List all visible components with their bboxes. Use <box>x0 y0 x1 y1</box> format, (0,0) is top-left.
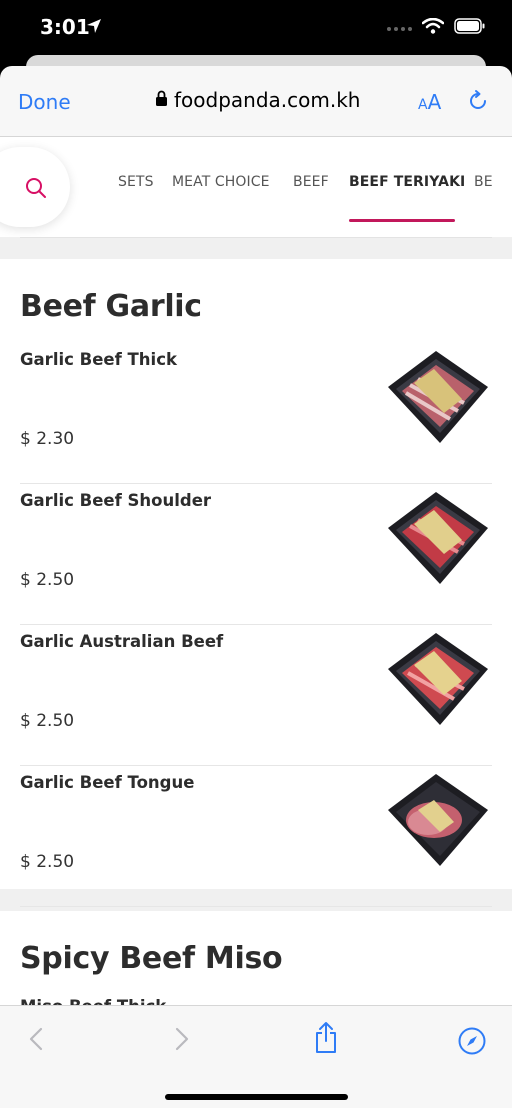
url-text: foodpanda.com.kh <box>174 88 361 112</box>
section-title: Beef Garlic <box>20 289 202 324</box>
home-indicator <box>165 1094 348 1100</box>
location-arrow-icon <box>86 18 102 39</box>
chevron-right-icon[interactable] <box>172 1024 192 1059</box>
item-price: $ 2.50 <box>20 570 75 590</box>
category-nav: SETS MEAT CHOICE BEEF BEEF TERIYAKI BE <box>0 137 512 237</box>
browser-bottom-toolbar <box>0 1005 512 1108</box>
item-image <box>388 633 488 725</box>
menu-item[interactable]: Garlic Beef Thick $ 2.30 <box>20 343 492 484</box>
share-icon[interactable] <box>313 1021 339 1060</box>
item-name: Garlic Beef Thick <box>20 350 177 369</box>
address-bar[interactable]: foodpanda.com.kh <box>155 88 360 112</box>
tab-sets[interactable]: SETS <box>118 174 154 190</box>
menu-item[interactable]: Garlic Beef Tongue $ 2.50 <box>20 766 492 907</box>
search-button[interactable] <box>0 147 70 227</box>
lock-icon <box>155 88 168 112</box>
section-title: Spicy Beef Miso <box>20 941 283 976</box>
text-size-big: A <box>427 90 442 114</box>
done-button[interactable]: Done <box>18 90 71 114</box>
page-content: SETS MEAT CHOICE BEEF BEEF TERIYAKI BE B… <box>0 137 512 1005</box>
tab-meat-choice[interactable]: MEAT CHOICE <box>172 174 270 190</box>
item-name: Garlic Beef Shoulder <box>20 491 212 510</box>
item-price: $ 2.30 <box>20 429 75 449</box>
text-size-button[interactable]: AA <box>418 90 441 114</box>
item-image <box>388 492 488 584</box>
status-time: 3:01 <box>40 15 90 39</box>
tab-beef-teriyaki[interactable]: BEEF TERIYAKI <box>349 174 465 190</box>
status-bar: 3:01 <box>0 0 512 58</box>
item-name: Garlic Australian Beef <box>20 632 224 651</box>
browser-toolbar: Done foodpanda.com.kh AA <box>0 66 512 137</box>
tab-partial[interactable]: BE <box>474 174 493 190</box>
text-size-small: A <box>418 97 428 113</box>
item-name: Garlic Beef Tongue <box>20 773 195 792</box>
menu-section: Spicy Beef Miso Miso Beef Thick <box>0 911 512 1005</box>
wifi-icon <box>421 17 445 39</box>
item-price: $ 2.50 <box>20 711 75 731</box>
menu-item[interactable]: Garlic Australian Beef $ 2.50 <box>20 625 492 766</box>
item-name[interactable]: Miso Beef Thick <box>20 997 166 1005</box>
item-image <box>388 351 488 443</box>
status-indicators <box>387 17 486 39</box>
active-tab-indicator <box>349 219 455 222</box>
menu-section: Beef Garlic Garlic Beef Thick $ 2.30 Gar… <box>0 259 512 907</box>
item-image <box>388 774 488 866</box>
battery-icon <box>454 18 486 39</box>
menu-item[interactable]: Garlic Beef Shoulder $ 2.50 <box>20 484 492 625</box>
item-price: $ 2.50 <box>20 852 75 872</box>
compass-icon[interactable] <box>457 1026 487 1061</box>
section-gap <box>0 237 512 259</box>
cellular-signal-icon <box>387 26 412 31</box>
chevron-left-icon[interactable] <box>26 1024 46 1059</box>
reload-icon[interactable] <box>466 89 490 118</box>
tab-beef[interactable]: BEEF <box>293 174 329 190</box>
search-icon <box>25 177 47 204</box>
